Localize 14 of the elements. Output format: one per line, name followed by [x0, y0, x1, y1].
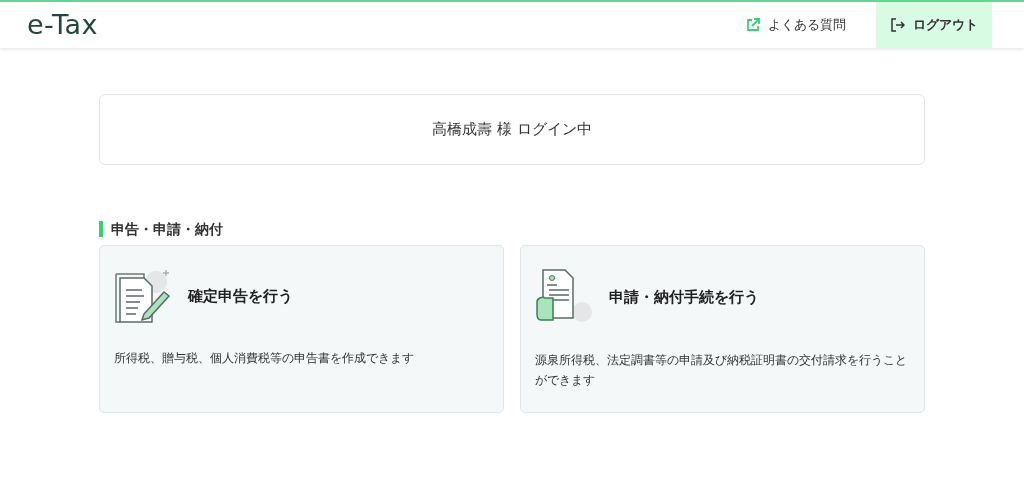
- service-card[interactable]: 確定申告を行う 所得税、贈与税、個人消費税等の申告書を作成できます: [99, 245, 504, 413]
- logout-button[interactable]: ログアウト: [876, 2, 992, 48]
- logout-icon: [890, 18, 905, 32]
- document-pencil-icon: [114, 268, 172, 324]
- card-description: 源泉所得税、法定調書等の申請及び納税証明書の交付請求を行うことができます: [535, 352, 908, 389]
- logo: e-Tax: [27, 7, 98, 42]
- section-heading: 申告・申請・納付: [99, 221, 925, 237]
- login-status: 高橋成壽 様 ログイン中: [432, 119, 592, 141]
- card-title: 確定申告を行う: [188, 287, 293, 305]
- service-card[interactable]: 申請・納付手続を行う 源泉所得税、法定調書等の申請及び納税証明書の交付請求を行うことができます: [520, 245, 925, 413]
- faq-link[interactable]: よくある質問: [716, 15, 876, 35]
- card-description: 所得税、贈与税、個人消費税等の申告書を作成できます: [114, 350, 415, 367]
- external-link-icon: [746, 18, 760, 32]
- card-title: 申請・納付手続を行う: [609, 288, 759, 306]
